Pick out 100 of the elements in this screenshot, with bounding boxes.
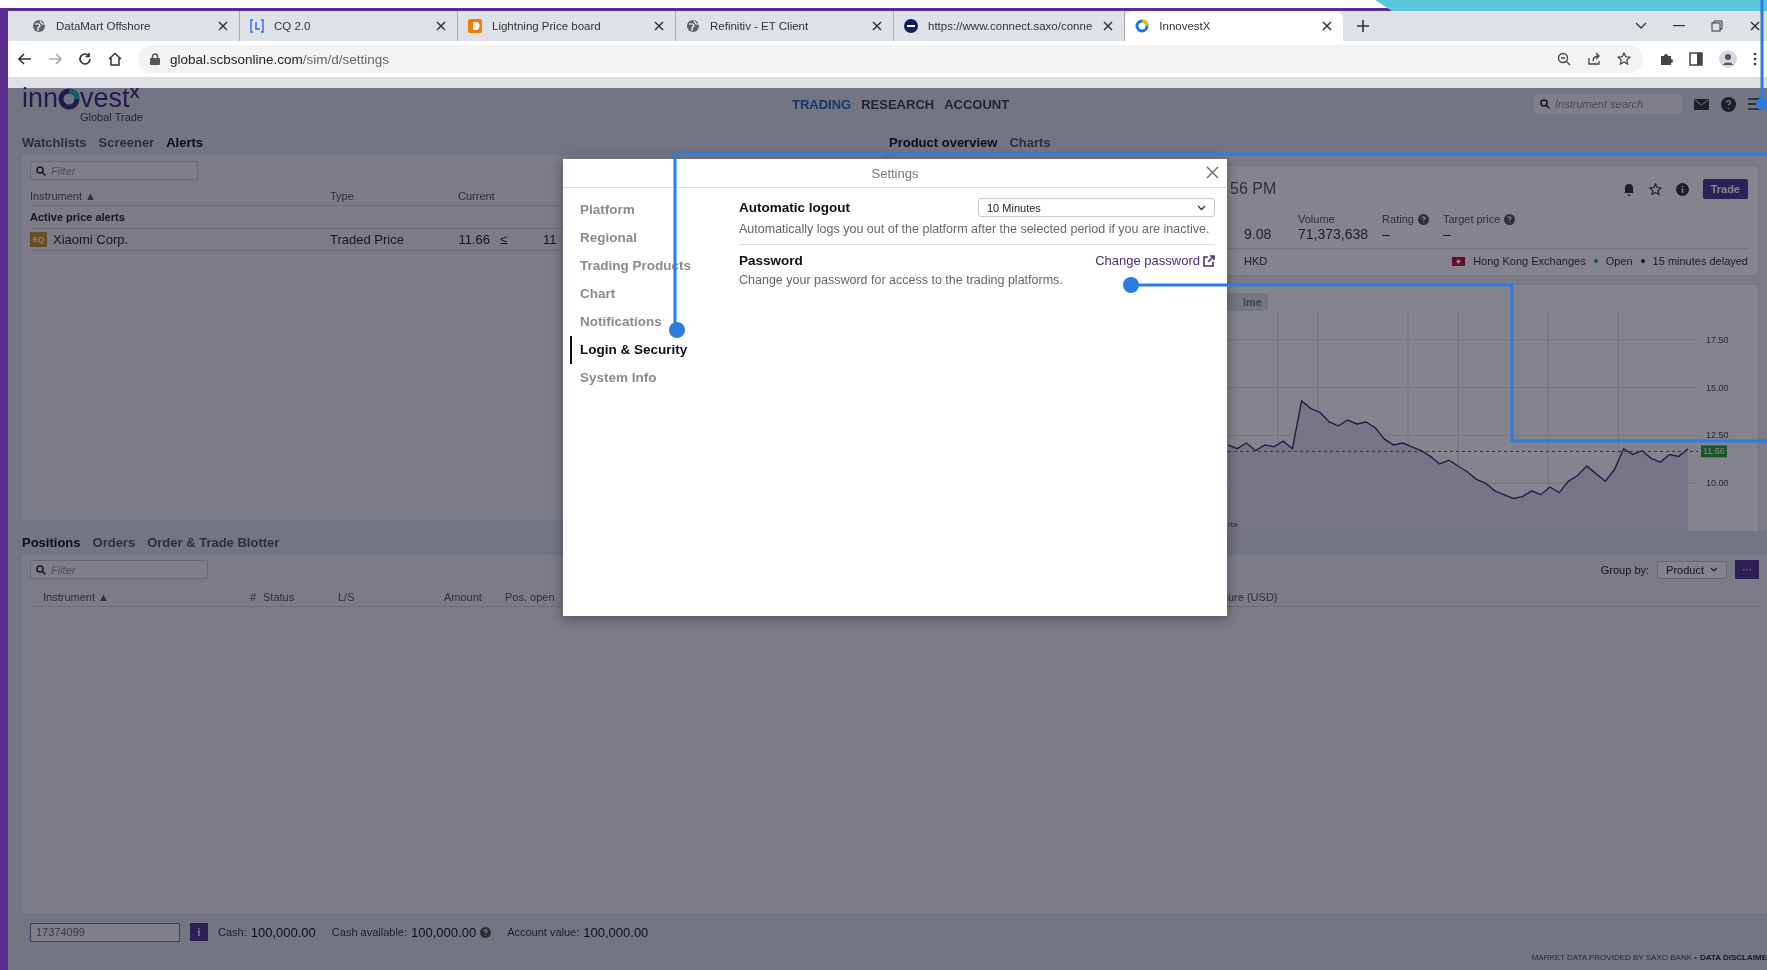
share-icon[interactable]	[1587, 52, 1601, 66]
envelope-icon[interactable]	[1694, 98, 1709, 110]
panel-tab[interactable]: Order & Trade Blotter	[147, 535, 280, 550]
stat-label: Volume	[1298, 213, 1335, 225]
nav-tab[interactable]: RESEARCH	[861, 96, 935, 112]
kebab-menu-icon[interactable]	[1753, 52, 1757, 66]
figure-value: 100,000.00	[583, 924, 649, 940]
tile-icon	[468, 19, 482, 33]
disclaimer-link[interactable]: DATA DISCLAIME	[1700, 953, 1767, 962]
close-icon[interactable]	[1102, 20, 1115, 32]
stat-value: 71,373,638	[1298, 226, 1369, 242]
star-icon[interactable]	[1648, 182, 1662, 196]
url-text: global.scbsonline.com/sim/d/settings	[170, 51, 390, 67]
figure-value: 100,000.00	[250, 924, 316, 940]
zoom-out-icon[interactable]	[1557, 52, 1571, 66]
panel-tab[interactable]: Alerts	[166, 135, 204, 150]
back-arrow-icon[interactable]	[18, 53, 32, 65]
plus-icon[interactable]	[1356, 19, 1371, 33]
tab-title: Refinitiv - ET Client	[710, 20, 810, 32]
external-link-icon	[1203, 254, 1215, 267]
delay-note: 15 minutes delayed	[1652, 255, 1748, 267]
column-header[interactable]: Instrument ▲	[30, 190, 330, 202]
disc-icon	[904, 19, 918, 33]
profile-icon[interactable]	[1719, 50, 1737, 68]
group-by-dropdown[interactable]: Product	[1657, 560, 1727, 579]
info-icon[interactable]	[1675, 182, 1689, 196]
column-header[interactable]: Current	[458, 190, 543, 202]
chevron-down-icon[interactable]	[1635, 22, 1647, 30]
reload-icon[interactable]	[78, 52, 92, 66]
info-button[interactable]: i	[190, 923, 208, 941]
close-icon[interactable]	[217, 20, 229, 32]
panel-tab[interactable]: Watchlists	[22, 135, 87, 150]
column-header[interactable]: #	[250, 591, 263, 603]
home-icon[interactable]	[108, 52, 122, 66]
panel-tab[interactable]: Orders	[92, 535, 136, 550]
column-header[interactable]: L/S	[338, 591, 444, 603]
table-cell: ≤	[500, 232, 508, 247]
nav-tab[interactable]: TRADING	[792, 96, 852, 112]
settings-nav-item[interactable]: Chart	[570, 280, 739, 308]
chevron-down-icon	[1197, 204, 1206, 211]
status-dot-icon	[1593, 259, 1598, 263]
help-icon[interactable]	[1721, 96, 1736, 112]
bullet-icon	[1640, 259, 1645, 263]
minimize-icon[interactable]	[1673, 25, 1685, 27]
chart-label: rta	[1228, 520, 1238, 529]
puzzle-icon[interactable]	[1659, 52, 1673, 66]
panel-tab[interactable]: Positions	[22, 535, 81, 550]
settings-nav-item[interactable]: System Info	[570, 364, 739, 392]
close-button[interactable]	[1206, 166, 1219, 179]
footer-text: MARKET DATA PROVIDED BY SAXO BANK •	[1531, 953, 1698, 962]
axis-tick-label: 17.50	[1706, 334, 1729, 345]
more-button[interactable]: ···	[1735, 560, 1759, 579]
trade-button[interactable]: Trade	[1702, 179, 1748, 199]
close-icon	[1206, 166, 1219, 179]
stat-label: Target price	[1442, 213, 1501, 225]
panel-tab[interactable]: Product overview	[889, 135, 998, 150]
side-panel-icon[interactable]	[1689, 52, 1703, 66]
star-icon[interactable]	[1617, 52, 1631, 66]
close-icon[interactable]	[871, 20, 883, 32]
globe-icon	[32, 19, 46, 33]
setting-description: Change your password for access to the trading platforms.	[739, 273, 1064, 287]
change-password-link[interactable]: Change password	[1095, 253, 1215, 268]
market-status: Open	[1605, 255, 1633, 267]
close-icon[interactable]	[1321, 20, 1334, 32]
close-icon[interactable]	[435, 20, 447, 32]
bell-icon[interactable]	[1622, 182, 1635, 196]
tab-title: Lightning Price board	[492, 20, 602, 32]
figure-label: Cash:	[218, 926, 247, 938]
tab-title: InnovestX	[1159, 20, 1212, 32]
equity-badge: EQ	[30, 232, 47, 247]
restore-icon[interactable]	[1711, 20, 1723, 32]
search-icon	[1540, 99, 1550, 109]
axis-tick-label: 12.50	[1706, 430, 1729, 441]
column-header[interactable]: Instrument ▲	[30, 591, 250, 603]
bracket-icon	[250, 19, 264, 33]
table-cell: 11	[543, 232, 557, 247]
close-icon[interactable]	[653, 20, 665, 32]
browser-tab[interactable]: InnovestX	[1125, 11, 1344, 41]
ring-icon	[1135, 19, 1150, 33]
address-bar[interactable]: global.scbsonline.com/sim/d/settings	[138, 45, 1643, 73]
panel-tab[interactable]: Screener	[98, 135, 155, 150]
stat-value: –	[1442, 226, 1452, 242]
help-icon[interactable]	[1504, 213, 1516, 225]
column-header[interactable]: Amount	[444, 591, 505, 603]
axis-tick-label: 10.00	[1706, 478, 1729, 489]
flag-icon	[1452, 256, 1466, 266]
column-header[interactable]: ure (USD)	[1228, 591, 1348, 603]
close-icon[interactable]	[1749, 20, 1761, 32]
account-field[interactable]: 17374099	[30, 922, 180, 942]
settings-nav-item[interactable]: Notifications	[570, 308, 739, 336]
menu-icon[interactable]	[1748, 98, 1763, 110]
help-icon[interactable]	[1417, 213, 1429, 225]
panel-tab[interactable]: Charts	[1009, 135, 1051, 150]
column-header[interactable]: Type	[330, 190, 458, 202]
help-icon[interactable]	[480, 926, 492, 938]
logout-dropdown[interactable]: 10 Minutes	[978, 198, 1215, 217]
column-header[interactable]: Status	[263, 591, 338, 603]
nav-tab[interactable]: ACCOUNT	[944, 96, 1010, 112]
figure-label: Cash available:	[331, 926, 408, 938]
tab-title: CQ 2.0	[274, 20, 312, 32]
